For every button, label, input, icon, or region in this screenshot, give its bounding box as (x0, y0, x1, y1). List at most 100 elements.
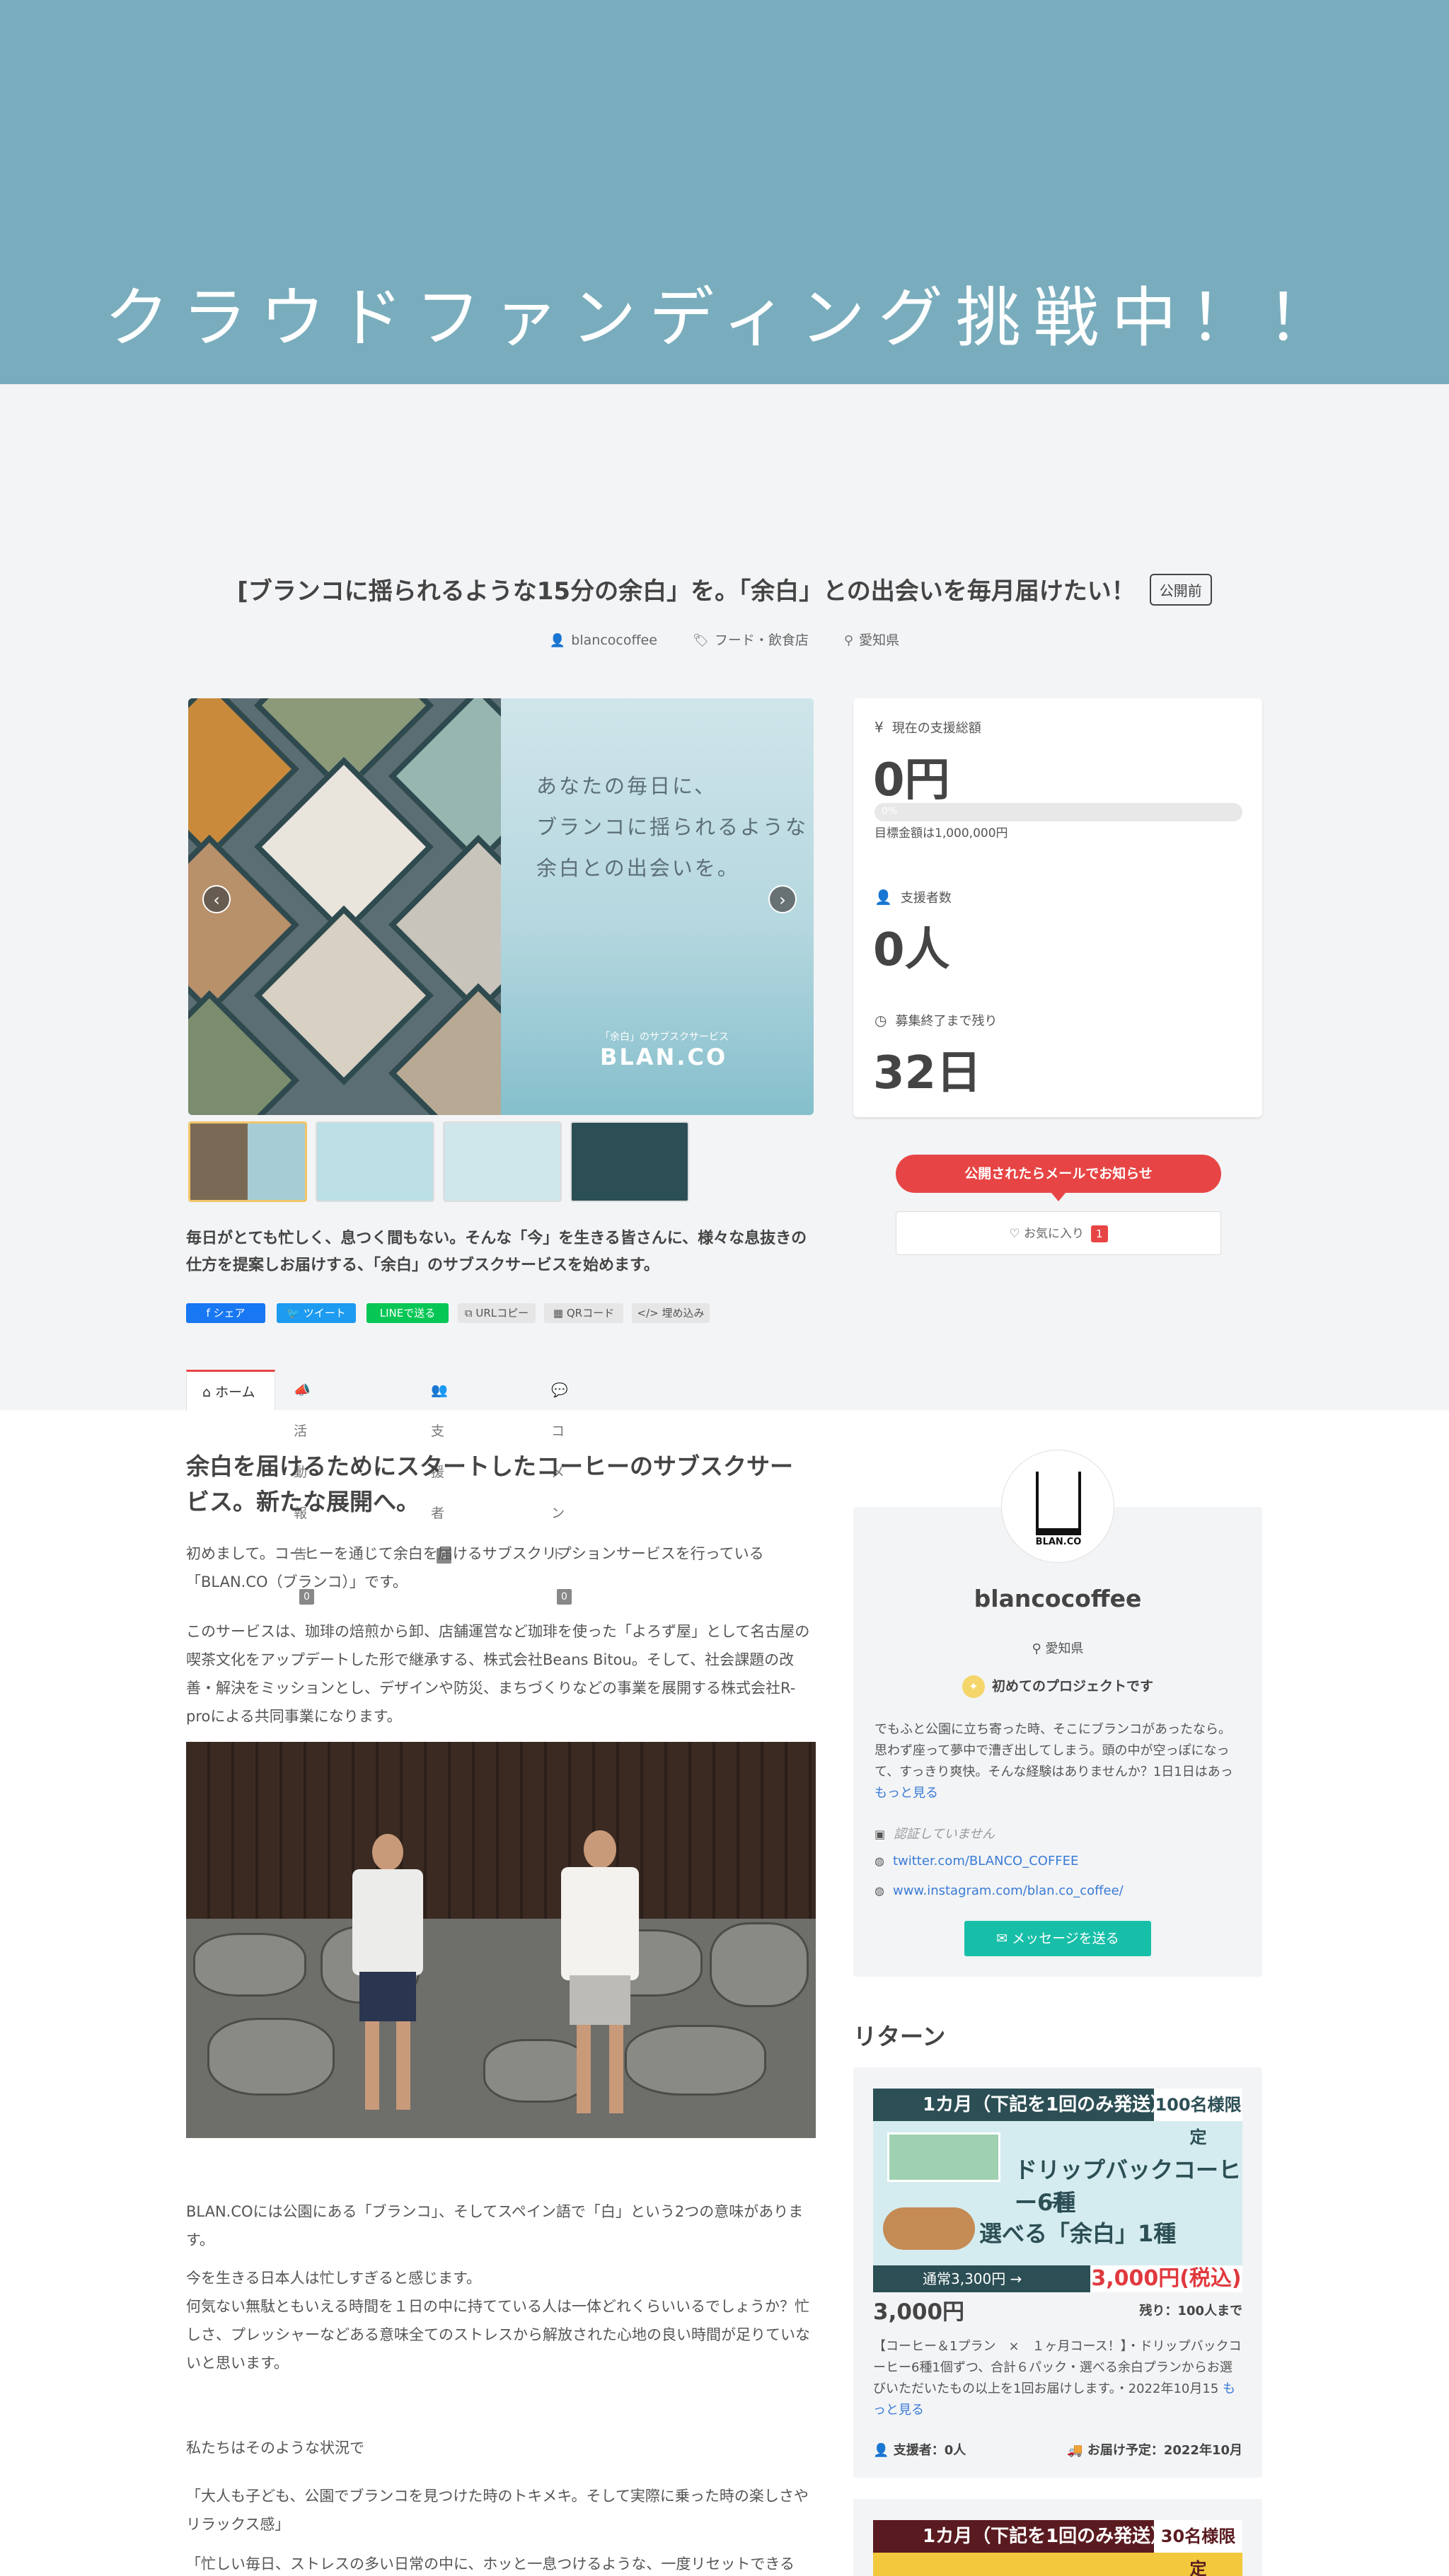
leg (577, 2025, 591, 2113)
article-paragraph: 何気ない無駄ともいえる時間を１日の中に持てている人は一体どれくらいいるでしょうか… (186, 2298, 810, 2372)
line-share-button[interactable]: LINEで送る (366, 1303, 449, 1323)
envelope-icon: ✉ (996, 1931, 1008, 1946)
article-paragraph: 「大人も子ども、公園でブランコを見つけた時のトキメキ。そして実際に乗った時の楽し… (186, 2488, 809, 2533)
send-message-label: メッセージを送る (1012, 1931, 1119, 1946)
stone (710, 1922, 809, 2007)
gallery-collage (188, 698, 569, 1115)
owner-location: ⚲ 愛知県 (853, 1639, 1262, 1657)
clock-icon: ◷ (874, 1012, 887, 1029)
funding-stats-card: ¥ 現在の支援総額 0円 0% 目標金額は1,000,000円 👤 支援者数 0人 … (853, 698, 1262, 1117)
leg (365, 2021, 379, 2110)
return-limit: 30名様限定 (1154, 2520, 1242, 2576)
owner-name: blancocoffee (571, 633, 657, 648)
map-marker-icon: ⚲ (843, 633, 854, 648)
stone (625, 2025, 766, 2096)
thumbnail-2[interactable] (316, 1121, 434, 1202)
return-line2: 選べる「余白」1種 (979, 2220, 1177, 2247)
remaining-label: ◷ 募集終了まで残り (874, 1011, 997, 1029)
return-delivery: 🚚 お届け予定：2022年10月 (1067, 2440, 1242, 2459)
badge-icon: ✦ (962, 1675, 985, 1698)
supporters-value: 0人 (873, 924, 950, 976)
total-label-text: 現在の支援総額 (891, 721, 981, 736)
category-name: フード・飲食店 (714, 633, 809, 648)
gallery-copy-line: ブランコに揺られるような (536, 815, 809, 839)
user-icon: 👤 (874, 889, 892, 906)
head (584, 1830, 616, 1869)
globe-icon: ◍ (874, 1854, 884, 1868)
tab-comments[interactable]: 💬 コメント0 (536, 1370, 587, 1605)
twitter-icon: ▣ (874, 1827, 886, 1841)
article-heading: 余白を届けるためにスタートしたコーヒーのサブスクサービス。新たな展開へ。 (186, 1452, 793, 1515)
return-card[interactable]: 1カ月（下記を1回のみ発送） 100名様限定 ドリップバックコーヒー6種 ＋ 選… (853, 2067, 1262, 2478)
category-link[interactable]: 🏷 フード・飲食店 (693, 633, 809, 648)
embed-button[interactable]: </> 埋め込み (632, 1303, 710, 1323)
home-icon: ⌂ (202, 1385, 212, 1400)
twitter-link[interactable]: ◍ twitter.com/BLANCO_COFFEE (874, 1854, 1078, 1869)
remaining-value: 32日 (873, 1047, 982, 1099)
instagram-link[interactable]: ◍ www.instagram.com/blan.co_coffee/ (874, 1883, 1124, 1898)
users-icon: 👥 (431, 1382, 448, 1398)
remaining-label-text: 募集終了まで残り (895, 1014, 998, 1029)
carousel-next-button[interactable]: › (768, 885, 797, 913)
thumbnail-3[interactable] (443, 1121, 562, 1202)
location-link[interactable]: ⚲ 愛知県 (844, 633, 899, 648)
tab-home-label: ホーム (215, 1385, 255, 1400)
article-body: 余白を届けるためにスタートしたコーヒーのサブスクサービス。新たな展開へ。 初めま… (186, 1449, 816, 2572)
thumbnail-4[interactable] (570, 1121, 689, 1202)
return-limit: 100名様限定 (1154, 2089, 1242, 2147)
owner-name[interactable]: blancocoffee (853, 1585, 1262, 1612)
carousel-prev-button[interactable]: ‹ (202, 885, 231, 913)
read-more-link[interactable]: もっと見る (874, 1786, 938, 1801)
goal-amount: 目標金額は1,000,000円 (874, 826, 1008, 841)
supporters-label: 👤 支援者数 (874, 888, 952, 906)
return-special-price: 3,000円(税込) (1090, 2265, 1242, 2292)
shorts (570, 1975, 630, 2025)
twitter-share-button[interactable]: 🐦 ツイート (277, 1303, 356, 1323)
tab-supporters[interactable]: 👥 支援者0 (415, 1370, 467, 1564)
article-paragraph: 「忙しい毎日、ストレスの多い日常の中に、ホッと一息つけるような、一度リセットでき… (186, 2555, 795, 2572)
shirt (561, 1867, 639, 1980)
tab-reports[interactable]: 📣 活動報告0 (278, 1370, 330, 1605)
leg (609, 2025, 623, 2113)
avatar[interactable]: BLAN.CO (1001, 1450, 1114, 1563)
thumbnail-1[interactable] (188, 1121, 307, 1202)
favorite-label: お気に入り (1024, 1227, 1085, 1241)
return-price: 3,000円 (873, 2299, 965, 2325)
gallery-copy: あなたの毎日に、 ブランコに揺られるような 余白との出会いを。 (536, 766, 808, 889)
twitter-unverified: ▣ 認証していません (874, 1824, 995, 1842)
send-message-button[interactable]: ✉ メッセージを送る (964, 1921, 1151, 1956)
leg (396, 2021, 410, 2110)
image-carousel[interactable]: あなたの毎日に、 ブランコに揺られるような 余白との出会いを。 「余白」のサブス… (188, 698, 814, 1115)
twitter-link-text: twitter.com/BLANCO_COFFEE (892, 1854, 1079, 1869)
truck-icon: 🚚 (1067, 2443, 1083, 2458)
head (372, 1834, 403, 1871)
return-description-text: 【コーヒー＆1プラン × １ヶ月コース！】・ドリップバックコーヒー6種1個ずつ、… (873, 2339, 1242, 2396)
url-copy-button[interactable]: ⧉ URLコピー (458, 1303, 536, 1323)
wooden-wall (186, 1742, 816, 1919)
gallery-brand-sub: 「余白」のサブスクサービス (600, 1032, 729, 1043)
facebook-share-button[interactable]: f シェア (186, 1303, 265, 1323)
avatar-text: BLAN.CO (1035, 1537, 1082, 1547)
stone (193, 1933, 306, 1997)
snack-image (883, 2207, 975, 2250)
favorite-button[interactable]: ♡ お気に入り 1 (896, 1211, 1221, 1255)
twitter-unverified-text: 認証していません (894, 1827, 995, 1842)
stone (207, 2018, 335, 2096)
supporters-label-text: 支援者数 (900, 891, 952, 906)
owner-location-text: 愛知県 (1045, 1641, 1084, 1656)
gallery-copy-line: あなたの毎日に、 (536, 774, 717, 798)
brand-logo (1036, 1472, 1081, 1535)
yen-icon: ¥ (874, 719, 884, 736)
first-project-text: 初めてのプロジェクトです (991, 1678, 1153, 1694)
user-icon: 👤 (549, 633, 566, 648)
qr-code-button[interactable]: ▦ QRコード (544, 1303, 623, 1323)
gallery-copy-panel: あなたの毎日に、 ブランコに揺られるような 余白との出会いを。 「余白」のサブス… (501, 698, 814, 1115)
tab-home[interactable]: ⌂ ホーム (186, 1370, 275, 1411)
owner-link[interactable]: 👤 blancocoffee (550, 633, 657, 648)
returns-heading: リターン (853, 2023, 946, 2050)
project-title: [ブランコに揺られるような15分の余白」を。「余白」との出会いを毎月届けたい！ 公… (0, 572, 1449, 608)
return-card[interactable]: 1カ月（下記を1回のみ発送） 30名様限定 (853, 2499, 1262, 2576)
gallery-copy-line: 余白との出会いを。 (536, 856, 740, 880)
tag-icon: 🏷 (692, 633, 709, 648)
notify-email-button[interactable]: 公開されたらメールでお知らせ (896, 1155, 1221, 1201)
